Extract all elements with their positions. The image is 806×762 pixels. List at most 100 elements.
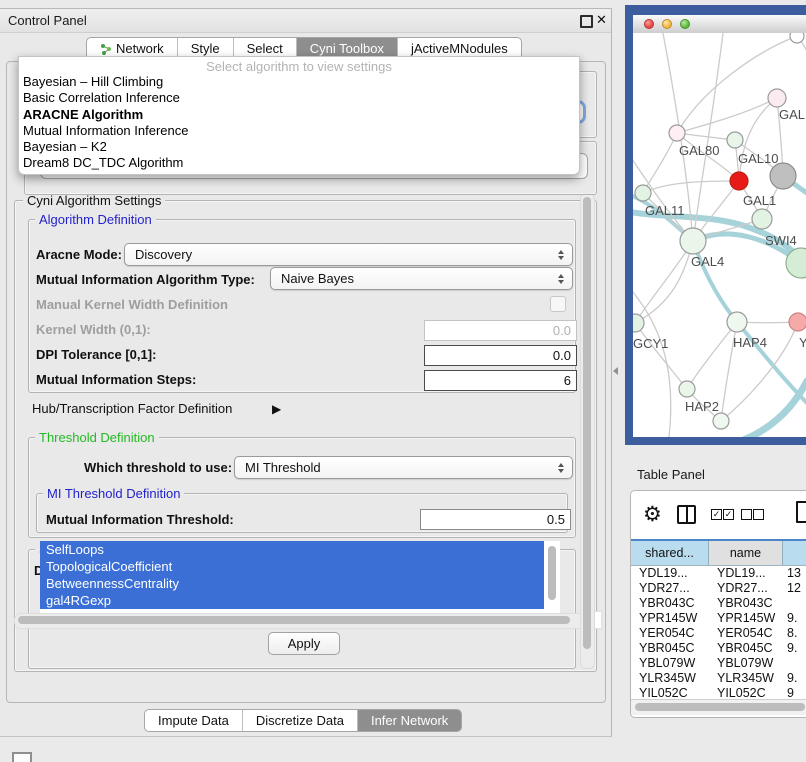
split-columns-icon[interactable] bbox=[677, 505, 696, 524]
mi-threshold-group-title: MI Threshold Definition bbox=[43, 486, 184, 501]
table-cell: YBR045C bbox=[709, 641, 783, 656]
network-canvas[interactable]: GALGAL80GAL10GAL1SWI4GAL11GAL4GCY1HAP4YH… bbox=[633, 33, 806, 437]
node-hap2[interactable] bbox=[679, 381, 695, 397]
network-nodes[interactable] bbox=[633, 33, 806, 429]
aracne-mode-combo[interactable]: Discovery bbox=[124, 243, 573, 266]
apply-button[interactable]: Apply bbox=[268, 632, 340, 655]
table-cell: 9. bbox=[783, 611, 806, 626]
column-header-2[interactable] bbox=[783, 541, 806, 565]
table-hscrollbar-thumb[interactable] bbox=[635, 703, 805, 711]
splitter-handle-icon[interactable] bbox=[613, 367, 618, 375]
select-all-checkbox-icon[interactable]: ✓ bbox=[711, 509, 722, 520]
attribute-item-gal4rgexp[interactable]: gal4RGexp bbox=[40, 592, 544, 609]
aracne-mode-value: Discovery bbox=[125, 247, 553, 262]
table-row[interactable]: YDR27...YDR27...12 bbox=[631, 581, 806, 596]
node-gray[interactable] bbox=[770, 163, 796, 189]
bottom-tab-infer-network[interactable]: Infer Network bbox=[357, 710, 461, 731]
algorithm-option-bayesian-hill-climbing[interactable]: Bayesian – Hill Climbing bbox=[19, 74, 579, 90]
table-cell: 8. bbox=[783, 626, 806, 641]
attribute-item-topologicalcoefficient[interactable]: TopologicalCoefficient bbox=[40, 558, 544, 575]
table-cell: YIL052C bbox=[631, 686, 709, 699]
which-threshold-combo[interactable]: MI Threshold bbox=[234, 456, 573, 479]
network-window-titlebar[interactable] bbox=[633, 15, 806, 34]
deselect-all-checkbox-icon[interactable] bbox=[753, 509, 764, 520]
table-toolbar: ⚙ ✓ ✓ bbox=[631, 491, 806, 539]
table-row[interactable]: YBR045CYBR045C9. bbox=[631, 641, 806, 656]
table-row[interactable]: YDL19...YDL19...13 bbox=[631, 566, 806, 581]
algorithm-option-mutual-information-inference[interactable]: Mutual Information Inference bbox=[19, 123, 579, 139]
node-outline[interactable] bbox=[790, 33, 804, 43]
table-cell: 9. bbox=[783, 641, 806, 656]
network-window-frame[interactable]: GALGAL80GAL10GAL1SWI4GAL11GAL4GCY1HAP4YH… bbox=[625, 5, 806, 445]
node-gal80[interactable] bbox=[669, 125, 685, 141]
table-cell: 13 bbox=[783, 566, 806, 581]
table-cell: YLR345W bbox=[631, 671, 709, 686]
algorithm-option-bayesian-k2[interactable]: Bayesian – K2 bbox=[19, 139, 579, 155]
settings-vscrollbar-thumb[interactable] bbox=[583, 197, 591, 649]
table-row[interactable]: YPR145WYPR145W9. bbox=[631, 611, 806, 626]
column-header-shared-[interactable]: shared... bbox=[631, 541, 709, 565]
node-gcy1[interactable] bbox=[633, 314, 644, 332]
node-label-gal4: GAL4 bbox=[691, 254, 724, 269]
zoom-traffic-light-icon[interactable] bbox=[680, 19, 690, 29]
algorithm-option-dream8-dc-tdc-algorithm[interactable]: Dream8 DC_TDC Algorithm bbox=[19, 155, 579, 171]
table-row[interactable]: YBR043CYBR043C bbox=[631, 596, 806, 611]
float-window-icon[interactable] bbox=[580, 15, 593, 28]
node-gal1[interactable] bbox=[752, 209, 772, 229]
cyni-settings-group-title: Cyni Algorithm Settings bbox=[23, 193, 165, 208]
gear-icon[interactable]: ⚙ bbox=[643, 502, 662, 527]
export-table-icon[interactable] bbox=[796, 501, 806, 523]
table-hscrollbar-track[interactable] bbox=[631, 699, 806, 715]
minimize-traffic-light-icon[interactable] bbox=[662, 19, 672, 29]
bottom-tab-impute-data[interactable]: Impute Data bbox=[145, 710, 242, 731]
close-traffic-light-icon[interactable] bbox=[644, 19, 654, 29]
select-all-checkbox-icon[interactable]: ✓ bbox=[723, 509, 734, 520]
manual-kernel-width-checkbox[interactable] bbox=[550, 296, 566, 312]
dpi-tolerance-field[interactable]: 0.0 bbox=[424, 345, 577, 366]
network-icon bbox=[100, 43, 112, 55]
attr-list-scrollbar-track[interactable] bbox=[546, 541, 560, 615]
table-row[interactable]: YER054CYER054C8. bbox=[631, 626, 806, 641]
table-cell: YBR043C bbox=[631, 596, 709, 611]
data-attributes-list[interactable]: SelfLoopsTopologicalCoefficientBetweenne… bbox=[40, 541, 560, 615]
bottom-tab-discretize-data[interactable]: Discretize Data bbox=[242, 710, 357, 731]
mi-algorithm-type-combo[interactable]: Naive Bayes bbox=[270, 267, 573, 290]
node-salmon[interactable] bbox=[789, 313, 806, 331]
close-icon[interactable]: ✕ bbox=[596, 12, 607, 28]
combo-arrows-icon bbox=[553, 463, 569, 473]
control-panel-titlebar[interactable]: Control Panel ✕ bbox=[0, 9, 611, 33]
tab-label: Discretize Data bbox=[256, 710, 344, 731]
mi-threshold-field[interactable]: 0.5 bbox=[420, 509, 571, 530]
settings-hscrollbar-track[interactable] bbox=[14, 613, 586, 629]
table-panel: ⚙ ✓ ✓ shared...name YDL19...YDL19...13YD… bbox=[630, 490, 806, 718]
hub-expander-icon[interactable]: ▶ bbox=[272, 402, 281, 416]
panel-grip-icon[interactable] bbox=[12, 752, 32, 762]
table-cell: YDL19... bbox=[709, 566, 783, 581]
attr-list-scrollbar-thumb[interactable] bbox=[548, 546, 556, 600]
node-label-gal1: GAL1 bbox=[743, 193, 776, 208]
node-gal4[interactable] bbox=[680, 228, 706, 254]
attribute-item-selfloops[interactable]: SelfLoops bbox=[40, 541, 544, 558]
threshold-definition-title: Threshold Definition bbox=[35, 430, 159, 445]
settings-hscrollbar-thumb[interactable] bbox=[18, 616, 570, 624]
table-row[interactable]: YIL052CYIL052C9 bbox=[631, 686, 806, 699]
algorithm-option-basic-correlation-inference[interactable]: Basic Correlation Inference bbox=[19, 90, 579, 106]
node-gal10[interactable] bbox=[727, 132, 743, 148]
table-row[interactable]: YLR345WYLR345W9. bbox=[631, 671, 806, 686]
node-gal11[interactable] bbox=[635, 185, 651, 201]
node-label-hap4: HAP4 bbox=[733, 335, 767, 350]
deselect-all-checkbox-icon[interactable] bbox=[741, 509, 752, 520]
algorithm-option-aracne-algorithm[interactable]: ARACNE Algorithm bbox=[19, 107, 579, 123]
node-pink-a[interactable] bbox=[768, 89, 786, 107]
node-bottom[interactable] bbox=[713, 413, 729, 429]
column-header-name[interactable]: name bbox=[709, 541, 783, 565]
tab-label: Infer Network bbox=[371, 710, 448, 731]
table-row[interactable]: YBL079WYBL079W bbox=[631, 656, 806, 671]
kernel-width-field[interactable]: 0.0 bbox=[424, 320, 577, 341]
node-hap4[interactable] bbox=[727, 312, 747, 332]
mi-steps-field[interactable]: 6 bbox=[424, 370, 577, 391]
node-red[interactable] bbox=[730, 172, 748, 190]
table-cell: 9 bbox=[783, 686, 806, 699]
attribute-item-betweennesscentrality[interactable]: BetweennessCentrality bbox=[40, 575, 544, 592]
settings-vscrollbar-track[interactable] bbox=[580, 193, 595, 669]
